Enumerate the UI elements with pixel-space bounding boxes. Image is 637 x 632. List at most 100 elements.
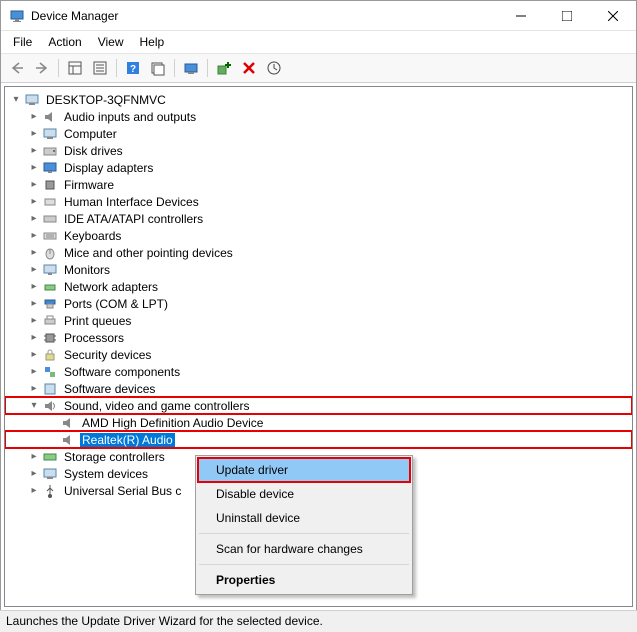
tree-item-security[interactable]: ▸ Security devices	[5, 346, 632, 363]
statusbar: Launches the Update Driver Wizard for th…	[0, 610, 637, 632]
tree-item-display[interactable]: ▸ Display adapters	[5, 159, 632, 176]
ctx-disable-device[interactable]: Disable device	[198, 482, 410, 506]
tree-item-sound[interactable]: ▾ Sound, video and game controllers	[5, 397, 632, 414]
forward-button[interactable]	[30, 57, 54, 79]
app-icon	[9, 8, 25, 24]
menu-file[interactable]: File	[5, 33, 40, 51]
help-button[interactable]: ?	[121, 57, 145, 79]
update-driver-button[interactable]	[262, 57, 286, 79]
chevron-right-icon[interactable]: ▸	[27, 127, 41, 141]
chevron-right-icon[interactable]: ▸	[27, 314, 41, 328]
tree-item-keyboards[interactable]: ▸Keyboards	[5, 227, 632, 244]
cpu-icon	[42, 330, 58, 346]
context-menu: Update driver Disable device Uninstall d…	[195, 455, 413, 595]
tree-label: Ports (COM & LPT)	[62, 297, 170, 311]
tree-item-realtek[interactable]: ▸Realtek(R) Audio	[5, 431, 632, 448]
tree-item-computer[interactable]: ▸Computer	[5, 125, 632, 142]
back-button[interactable]	[5, 57, 29, 79]
tree-item-print[interactable]: ▸ Print queues	[5, 312, 632, 329]
uninstall-button[interactable]	[237, 57, 261, 79]
chevron-right-icon[interactable]: ▸	[27, 280, 41, 294]
tree-item-ports[interactable]: ▸ Ports (COM & LPT)	[5, 295, 632, 312]
chevron-right-icon[interactable]: ▸	[27, 382, 41, 396]
tree-item-processors[interactable]: ▸Processors	[5, 329, 632, 346]
separator	[199, 533, 409, 534]
chevron-right-icon[interactable]: ▸	[27, 467, 41, 481]
chevron-right-icon[interactable]: ▸	[27, 263, 41, 277]
tree-label: Display adapters	[62, 161, 155, 175]
tree-item-monitors[interactable]: ▸ Monitors	[5, 261, 632, 278]
tree-label: AMD High Definition Audio Device	[80, 416, 265, 430]
system-icon	[42, 466, 58, 482]
chevron-right-icon[interactable]: ▸	[27, 331, 41, 345]
tree-item-firmware[interactable]: ▸Firmware	[5, 176, 632, 193]
ctx-update-driver[interactable]: Update driver	[198, 458, 410, 482]
chevron-down-icon[interactable]: ▾	[27, 399, 41, 413]
ctx-properties[interactable]: Properties	[198, 568, 410, 592]
tree-label: Audio inputs and outputs	[62, 110, 198, 124]
tree-item-audio[interactable]: ▸ Audio inputs and outputs	[5, 108, 632, 125]
tree-item-disk[interactable]: ▸Disk drives	[5, 142, 632, 159]
properties-button[interactable]	[88, 57, 112, 79]
chevron-right-icon[interactable]: ▸	[27, 178, 41, 192]
chevron-right-icon[interactable]: ▸	[27, 161, 41, 175]
menu-view[interactable]: View	[90, 33, 132, 51]
tree-label: Security devices	[62, 348, 153, 362]
tree-label: Mice and other pointing devices	[62, 246, 235, 260]
tree-root[interactable]: ▾ DESKTOP-3QFNMVC	[5, 91, 632, 108]
status-text: Launches the Update Driver Wizard for th…	[6, 614, 323, 628]
sound-icon	[42, 398, 58, 414]
software-icon	[42, 381, 58, 397]
storage-icon	[42, 449, 58, 465]
ctx-uninstall-device[interactable]: Uninstall device	[198, 506, 410, 530]
chevron-right-icon[interactable]: ▸	[27, 365, 41, 379]
chevron-right-icon[interactable]: ▸	[27, 246, 41, 260]
svg-text:?: ?	[130, 64, 136, 75]
scan-hardware-button[interactable]	[179, 57, 203, 79]
minimize-button[interactable]	[498, 1, 544, 31]
tree-label: DESKTOP-3QFNMVC	[44, 93, 168, 107]
tree-item-mice[interactable]: ▸ Mice and other pointing devices	[5, 244, 632, 261]
close-button[interactable]	[590, 1, 636, 31]
tree-item-hid[interactable]: ▸Human Interface Devices	[5, 193, 632, 210]
printer-icon	[42, 313, 58, 329]
pc-icon	[42, 126, 58, 142]
tree-item-network[interactable]: ▸ Network adapters	[5, 278, 632, 295]
action-button[interactable]	[146, 57, 170, 79]
show-hide-console-button[interactable]	[63, 57, 87, 79]
tree-label: Sound, video and game controllers	[62, 399, 251, 413]
tree-item-software-devices[interactable]: ▸ Software devices	[5, 380, 632, 397]
menu-help[interactable]: Help	[132, 33, 173, 51]
separator	[199, 564, 409, 565]
add-hardware-button[interactable]	[212, 57, 236, 79]
chevron-right-icon[interactable]: ▸	[27, 195, 41, 209]
chevron-right-icon[interactable]: ▸	[27, 110, 41, 124]
tree-label: Network adapters	[62, 280, 160, 294]
component-icon	[42, 364, 58, 380]
chevron-right-icon[interactable]: ▸	[27, 229, 41, 243]
speaker-icon	[42, 109, 58, 125]
tree-label: Print queues	[62, 314, 133, 328]
chevron-right-icon[interactable]: ▸	[27, 297, 41, 311]
titlebar: Device Manager	[1, 1, 636, 31]
tree-label: System devices	[62, 467, 150, 481]
chevron-down-icon[interactable]: ▾	[9, 93, 23, 107]
speaker-icon	[60, 415, 76, 431]
tree-label: Universal Serial Bus c	[62, 484, 183, 498]
chevron-right-icon[interactable]: ▸	[27, 484, 41, 498]
computer-icon	[24, 92, 40, 108]
tree-label: Monitors	[62, 263, 112, 277]
menu-action[interactable]: Action	[40, 33, 89, 51]
tree-item-software-components[interactable]: ▸Software components	[5, 363, 632, 380]
chevron-right-icon[interactable]: ▸	[27, 212, 41, 226]
tree-item-amd-audio[interactable]: ▸AMD High Definition Audio Device	[5, 414, 632, 431]
ctx-scan-hardware[interactable]: Scan for hardware changes	[198, 537, 410, 561]
tree-item-ide[interactable]: ▸IDE ATA/ATAPI controllers	[5, 210, 632, 227]
maximize-button[interactable]	[544, 1, 590, 31]
chevron-right-icon[interactable]: ▸	[27, 348, 41, 362]
tree-label: Software devices	[62, 382, 157, 396]
chevron-right-icon[interactable]: ▸	[27, 144, 41, 158]
chevron-right-icon[interactable]: ▸	[27, 450, 41, 464]
network-icon	[42, 279, 58, 295]
toolbar: ?	[1, 54, 636, 83]
